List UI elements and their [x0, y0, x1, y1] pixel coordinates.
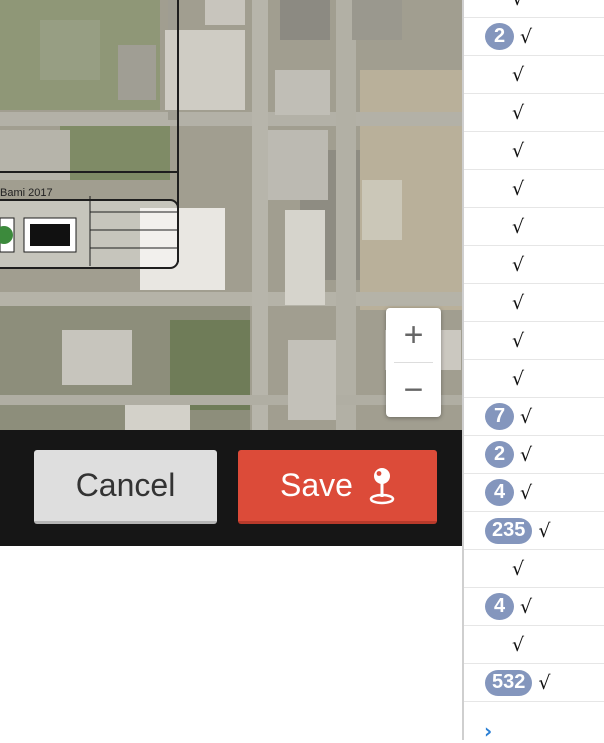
- plus-icon: +: [403, 316, 424, 354]
- list-item[interactable]: 4 √: [464, 474, 604, 512]
- check-mark: √: [512, 633, 525, 656]
- list-item[interactable]: √: [464, 0, 604, 18]
- check-mark: √: [512, 63, 525, 86]
- zoom-in-button[interactable]: +: [386, 308, 441, 362]
- save-button-label: Save: [280, 467, 353, 503]
- map-pin-icon: [369, 467, 395, 505]
- check-mark: √: [512, 139, 525, 162]
- check-mark: √: [512, 101, 525, 124]
- cancel-button[interactable]: Cancel: [34, 450, 217, 524]
- list-item[interactable]: √: [464, 94, 604, 132]
- check-mark: √: [512, 215, 525, 238]
- check-mark: √: [512, 329, 525, 352]
- count-badge: 235: [485, 517, 533, 544]
- list-item[interactable]: 532 √: [464, 664, 604, 702]
- check-mark: √: [512, 0, 524, 10]
- list-item[interactable]: 2 √: [464, 436, 604, 474]
- count-badge: 2: [485, 441, 514, 468]
- map-overlay-title: Bami 2017: [0, 187, 53, 199]
- list-item[interactable]: √: [464, 284, 604, 322]
- check-mark: √: [520, 481, 533, 504]
- list-item[interactable]: √: [464, 360, 604, 398]
- check-mark: √: [512, 367, 525, 390]
- list-item[interactable]: √: [464, 170, 604, 208]
- list-item[interactable]: √: [464, 246, 604, 284]
- check-mark: √: [520, 443, 533, 466]
- count-badge: 4: [485, 479, 514, 506]
- count-badge: 532: [485, 669, 533, 696]
- list-item[interactable]: 235 √: [464, 512, 604, 550]
- check-mark: √: [512, 557, 525, 580]
- check-mark: √: [520, 25, 533, 48]
- list-item[interactable]: √: [464, 626, 604, 664]
- list-item[interactable]: 4 √: [464, 588, 604, 626]
- list-item[interactable]: √: [464, 132, 604, 170]
- count-badge: 7: [485, 403, 514, 430]
- check-mark: √: [520, 405, 533, 428]
- minus-icon: −: [403, 371, 424, 409]
- chevron-right-icon[interactable]: ›: [484, 719, 492, 743]
- check-mark: √: [538, 671, 551, 694]
- zoom-control: + −: [386, 308, 441, 417]
- zoom-out-button[interactable]: −: [386, 363, 441, 417]
- action-bar: Cancel Save: [0, 430, 462, 546]
- check-mark: √: [512, 253, 525, 276]
- count-badge: 2: [485, 23, 514, 50]
- side-list-panel: √2√√√√√√√√√√7√2√4√235√√4√√532√ ›: [462, 0, 604, 743]
- list-item[interactable]: √: [464, 56, 604, 94]
- check-mark: √: [538, 519, 551, 542]
- check-mark: √: [520, 595, 533, 618]
- save-button[interactable]: Save: [238, 450, 437, 524]
- list-item[interactable]: 2 √: [464, 18, 604, 56]
- satellite-map[interactable]: Bami 2017 + −: [0, 0, 462, 430]
- count-badge: 4: [485, 593, 514, 620]
- list-item[interactable]: √: [464, 322, 604, 360]
- cancel-button-label: Cancel: [75, 467, 176, 503]
- check-mark: √: [512, 291, 525, 314]
- list-item[interactable]: √: [464, 208, 604, 246]
- list-item[interactable]: √: [464, 550, 604, 588]
- list-item[interactable]: 7 √: [464, 398, 604, 436]
- check-mark: √: [512, 177, 525, 200]
